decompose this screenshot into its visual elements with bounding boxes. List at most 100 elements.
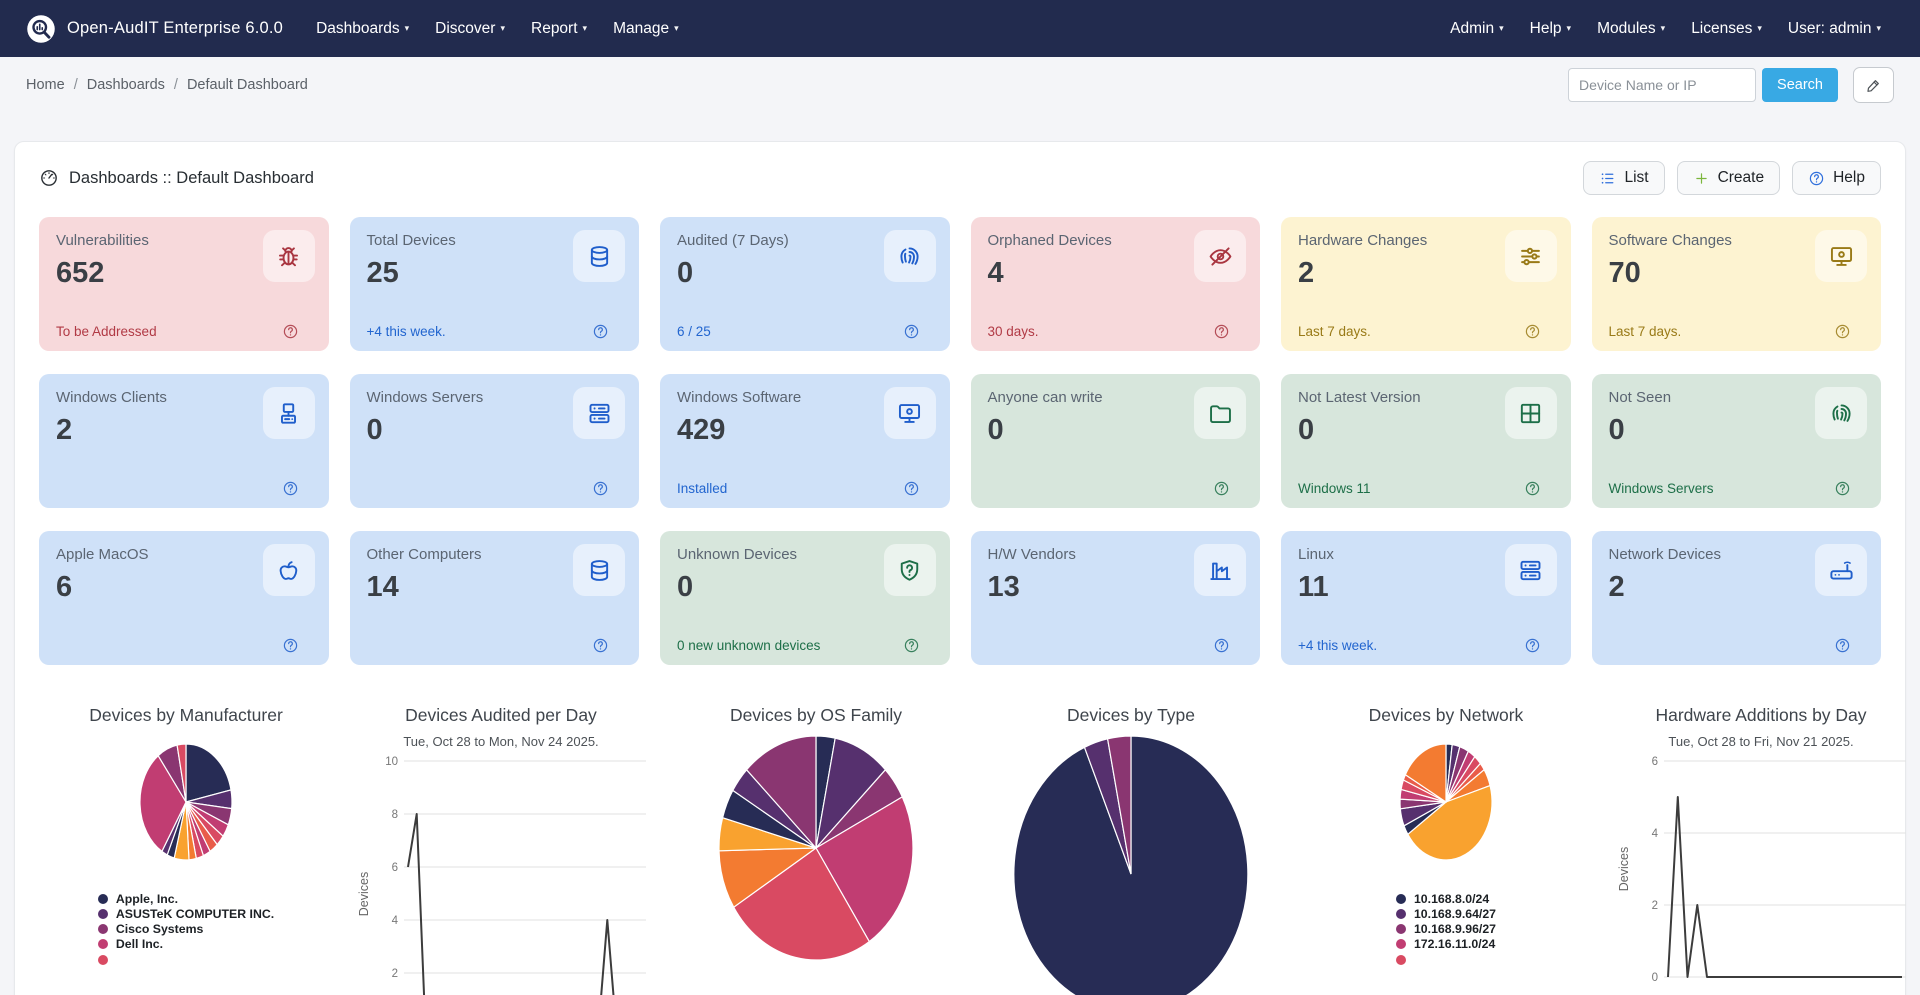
metric-card-not-latest-version[interactable]: Not Latest Version0Windows 11 [1281, 374, 1571, 508]
server-icon [586, 400, 613, 427]
legend-item-more[interactable] [98, 952, 274, 967]
breadcrumb-dashboards[interactable]: Dashboards [87, 77, 165, 93]
metric-card-linux[interactable]: Linux11+4 this week. [1281, 531, 1571, 665]
legend-item-10-168-8-0-24[interactable]: 10.168.8.0/24 [1396, 891, 1496, 906]
legend-item-cisco-systems[interactable]: Cisco Systems [98, 921, 274, 936]
chart-devices-audited-per-day: Devices Audited per DayTue, Oct 28 to Mo… [354, 705, 648, 995]
svg-text:2: 2 [1652, 900, 1658, 912]
nav-item-user-admin[interactable]: User: admin▾ [1775, 11, 1894, 47]
metric-icon-box [1194, 387, 1246, 439]
pie-chart[interactable] [39, 741, 333, 865]
y-axis-label: Devices [357, 872, 371, 916]
metric-card-windows-clients[interactable]: Windows Clients2 [39, 374, 329, 508]
brand[interactable]: Open-AudIT Enterprise 6.0.0 [26, 14, 283, 44]
metric-note: 30 days. [988, 324, 1039, 339]
list-button[interactable]: List [1583, 161, 1664, 195]
legend-item-asustek-computer-inc[interactable]: ASUSTeK COMPUTER INC. [98, 906, 274, 921]
legend-label: 10.168.8.0/24 [1414, 892, 1489, 906]
legend-item-10-168-9-64-27[interactable]: 10.168.9.64/27 [1396, 906, 1496, 921]
nav-item-admin[interactable]: Admin▾ [1437, 11, 1516, 47]
chart-title: Devices by Type [1014, 705, 1249, 727]
metric-title: Not Seen [1609, 389, 1788, 407]
legend-item-apple-inc[interactable]: Apple, Inc. [98, 891, 274, 906]
question-circle-icon[interactable] [903, 637, 920, 654]
metric-card-anyone-can-write[interactable]: Anyone can write0 [971, 374, 1261, 508]
metric-card-h-w-vendors[interactable]: H/W Vendors13 [971, 531, 1261, 665]
legend-item-10-168-9-96-27[interactable]: 10.168.9.96/27 [1396, 921, 1496, 936]
legend-label: ASUSTeK COMPUTER INC. [116, 907, 274, 921]
edit-button[interactable] [1853, 67, 1894, 103]
question-circle-icon[interactable] [1213, 323, 1230, 340]
metric-card-orphaned-devices[interactable]: Orphaned Devices430 days. [971, 217, 1261, 351]
metric-card-vulnerabilities[interactable]: Vulnerabilities652To be Addressed [39, 217, 329, 351]
metric-card-windows-servers[interactable]: Windows Servers0 [350, 374, 640, 508]
line-chart[interactable]: 6420Devices [1614, 753, 1908, 995]
metric-card-other-computers[interactable]: Other Computers14 [350, 531, 640, 665]
caret-down-icon: ▾ [1661, 23, 1666, 33]
pie-chart[interactable] [1299, 741, 1593, 865]
question-circle-icon[interactable] [1524, 480, 1541, 497]
svg-text:8: 8 [392, 809, 398, 821]
legend-item-dell-inc[interactable]: Dell Inc. [98, 937, 274, 952]
breadcrumb-separator: / [174, 77, 178, 93]
question-circle-icon[interactable] [592, 637, 609, 654]
question-circle-icon[interactable] [1524, 323, 1541, 340]
search-input[interactable] [1568, 68, 1756, 102]
nav-item-dashboards[interactable]: Dashboards▾ [303, 11, 422, 47]
chart-subtitle: Tue, Oct 28 to Mon, Nov 24 2025. [354, 734, 648, 749]
question-circle-icon[interactable] [903, 323, 920, 340]
question-circle-icon[interactable] [1834, 323, 1851, 340]
question-circle-icon[interactable] [903, 480, 920, 497]
svg-text:0: 0 [1652, 972, 1658, 984]
line-chart[interactable]: 1086420Devices [354, 753, 648, 995]
nav-item-discover[interactable]: Discover▾ [422, 11, 518, 47]
pie-chart[interactable] [669, 733, 963, 965]
breadcrumb-home[interactable]: Home [26, 77, 65, 93]
nav-item-report[interactable]: Report▾ [518, 11, 600, 47]
question-circle-icon[interactable] [282, 637, 299, 654]
nav-item-manage[interactable]: Manage▾ [600, 11, 692, 47]
question-circle-icon[interactable] [282, 323, 299, 340]
question-circle-icon[interactable] [592, 480, 609, 497]
pie-chart[interactable] [984, 733, 1278, 995]
metric-card-windows-software[interactable]: Windows Software429Installed [660, 374, 950, 508]
caret-down-icon: ▾ [1567, 23, 1572, 33]
pc-icon [275, 400, 302, 427]
metric-card-total-devices[interactable]: Total Devices25+4 this week. [350, 217, 640, 351]
metric-card-not-seen[interactable]: Not Seen0Windows Servers [1592, 374, 1882, 508]
metric-card-apple-macos[interactable]: Apple MacOS6 [39, 531, 329, 665]
metric-card-audited-7-days[interactable]: Audited (7 Days)06 / 25 [660, 217, 950, 351]
nav-item-modules[interactable]: Modules▾ [1584, 11, 1678, 47]
question-circle-icon[interactable] [1834, 480, 1851, 497]
metric-icon-box [573, 544, 625, 596]
search-button[interactable]: Search [1762, 68, 1838, 102]
metric-icon-box [884, 230, 936, 282]
nav-item-help[interactable]: Help▾ [1517, 11, 1584, 47]
metric-card-network-devices[interactable]: Network Devices2 [1592, 531, 1882, 665]
chart-subtitle: Tue, Oct 28 to Fri, Nov 21 2025. [1614, 734, 1908, 749]
metric-card-unknown-devices[interactable]: Unknown Devices00 new unknown devices [660, 531, 950, 665]
metric-cards-grid: Vulnerabilities652To be AddressedTotal D… [15, 209, 1905, 665]
fingerprint-icon [896, 243, 923, 270]
legend-item-172-16-11-0-24[interactable]: 172.16.11.0/24 [1396, 937, 1496, 952]
database-icon [586, 243, 613, 270]
metric-title: Apple MacOS [56, 546, 235, 564]
question-circle-icon[interactable] [1213, 480, 1230, 497]
question-circle-icon[interactable] [1213, 637, 1230, 654]
metric-card-software-changes[interactable]: Software Changes70Last 7 days. [1592, 217, 1882, 351]
nav-item-licenses[interactable]: Licenses▾ [1678, 11, 1775, 47]
metric-icon-box [1194, 544, 1246, 596]
question-circle-icon[interactable] [282, 480, 299, 497]
pencil-icon [1865, 77, 1882, 94]
question-circle-icon[interactable] [1524, 637, 1541, 654]
question-circle-icon[interactable] [1834, 637, 1851, 654]
caret-down-icon: ▾ [500, 23, 505, 33]
legend-item-more[interactable] [1396, 952, 1496, 967]
question-circle-icon[interactable] [592, 323, 609, 340]
breadcrumb: Home/Dashboards/Default Dashboard [26, 77, 308, 93]
help-button[interactable]: Help [1792, 161, 1881, 195]
metric-card-hardware-changes[interactable]: Hardware Changes2Last 7 days. [1281, 217, 1571, 351]
metric-note: +4 this week. [367, 324, 446, 339]
metric-note: Last 7 days. [1609, 324, 1682, 339]
create-button[interactable]: Create [1677, 161, 1781, 195]
